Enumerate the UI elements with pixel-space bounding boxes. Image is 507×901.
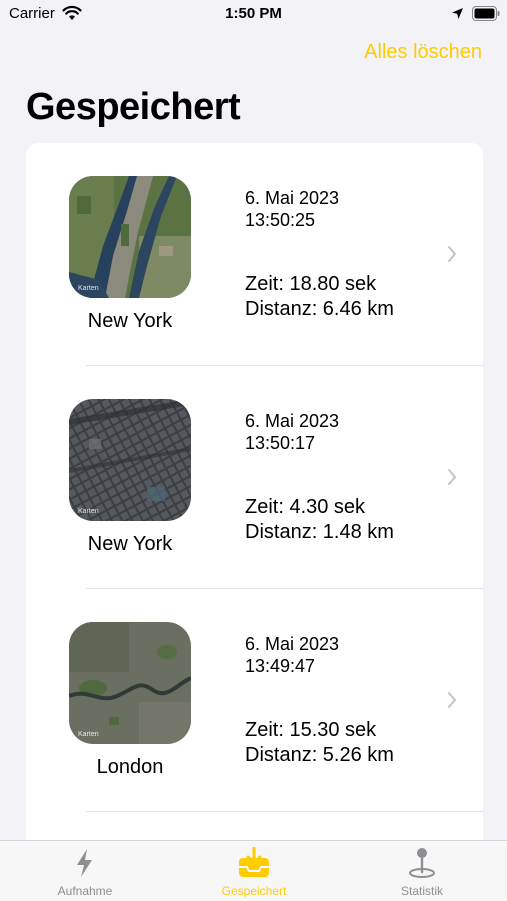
time-label: 13:49:47 (245, 656, 316, 676)
time-label: 13:50:25 (245, 210, 316, 230)
distance-label: Distanz: 1.48 km (245, 521, 394, 543)
distance-label: Distanz: 5.26 km (245, 744, 394, 766)
city-label: New York (87, 310, 173, 332)
status-bar: Carrier 1:50 PM (0, 0, 507, 30)
tab-statistik[interactable]: Statistik (362, 841, 482, 901)
list-item[interactable]: Karten New York 6. Mai 2023 13:50:25 Zei… (26, 143, 483, 366)
date-label: 6. Mai 2023 (245, 634, 340, 654)
map-pin-icon (409, 848, 435, 878)
tab-label: Aufnahme (57, 884, 113, 898)
chevron-right-icon (448, 692, 456, 708)
separator (86, 811, 483, 812)
location-arrow-icon (452, 8, 463, 19)
tab-bar: Aufnahme Gespeichert Statistik (0, 840, 507, 901)
list-item[interactable]: Karten New York 6. Mai 2023 13:50:17 Zei… (26, 366, 483, 589)
maps-attribution: Karten (78, 508, 99, 515)
tab-label: Gespeichert (221, 884, 287, 898)
list-item[interactable]: Karten London 6. Mai 2023 13:49:47 Zeit:… (26, 589, 483, 812)
map-thumbnail: Karten (69, 176, 191, 298)
time-label: 13:50:17 (245, 433, 316, 453)
battery-icon (472, 6, 500, 21)
date-label: 6. Mai 2023 (245, 411, 340, 431)
date-label: 6. Mai 2023 (245, 188, 340, 208)
tab-label: Statistik (400, 884, 443, 898)
chevron-right-icon (448, 246, 456, 262)
duration-label: Zeit: 4.30 sek (245, 496, 366, 518)
tab-gespeichert[interactable]: Gespeichert (194, 841, 314, 901)
city-label: London (96, 756, 164, 778)
duration-label: Zeit: 15.30 sek (245, 719, 377, 741)
chevron-right-icon (448, 469, 456, 485)
saved-list: Karten New York 6. Mai 2023 13:50:25 Zei… (26, 143, 483, 863)
map-thumbnail: Karten (69, 399, 191, 521)
inbox-download-icon (239, 847, 269, 877)
map-thumbnail: Karten (69, 622, 191, 744)
lightning-icon (77, 849, 92, 877)
clear-all-button[interactable]: Alles löschen (364, 41, 482, 64)
maps-attribution: Karten (78, 285, 99, 292)
page-title: Gespeichert (26, 86, 241, 128)
city-label: New York (87, 533, 173, 555)
tab-aufnahme[interactable]: Aufnahme (25, 841, 145, 901)
status-time: 1:50 PM (225, 5, 282, 22)
maps-attribution: Karten (78, 731, 99, 738)
duration-label: Zeit: 18.80 sek (245, 273, 377, 295)
distance-label: Distanz: 6.46 km (245, 298, 394, 320)
